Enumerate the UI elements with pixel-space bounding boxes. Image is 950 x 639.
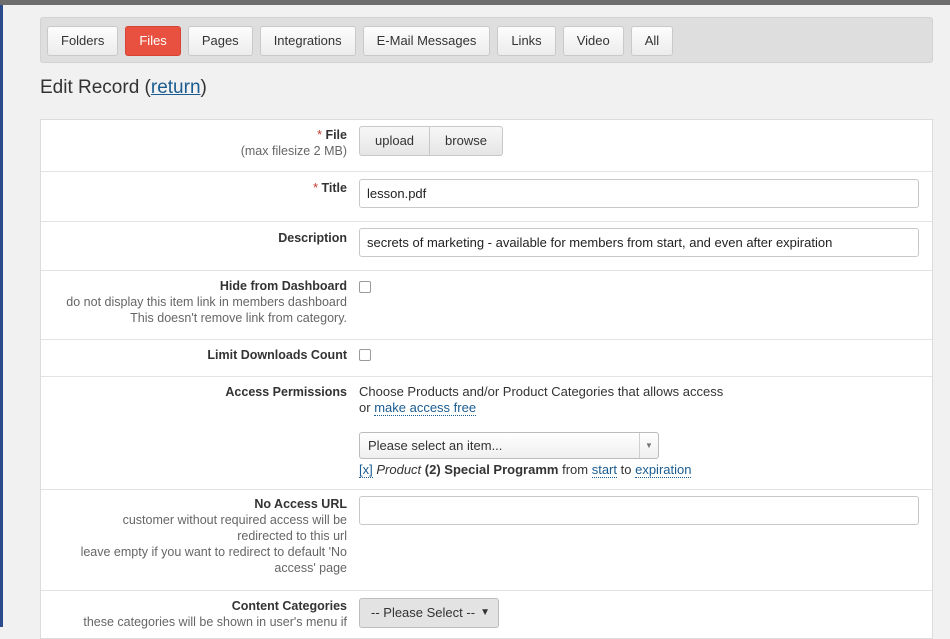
access-end-link[interactable]: expiration xyxy=(635,462,692,478)
or-text: or xyxy=(359,400,371,415)
no-access-url-label: No Access URL customer without required … xyxy=(41,496,347,576)
hide-dashboard-label-text: Hide from Dashboard xyxy=(219,279,347,293)
content-categories-label: Content Categories these categories will… xyxy=(41,598,347,630)
required-marker: * xyxy=(313,181,319,195)
access-item: [x] Product (2) Special Programm from st… xyxy=(359,462,899,478)
return-link[interactable]: return xyxy=(151,77,201,98)
page-title-text: Edit Record ( xyxy=(40,77,151,98)
left-edge-strip xyxy=(0,5,3,627)
edit-record-form: * File (max filesize 2 MB) upload browse… xyxy=(40,119,933,639)
tab-links[interactable]: Links xyxy=(497,26,556,56)
file-row: * File (max filesize 2 MB) upload browse xyxy=(41,120,932,172)
no-access-url-row: No Access URL customer without required … xyxy=(41,490,932,591)
description-row: Description xyxy=(41,222,932,271)
hide-dashboard-help-2: This doesn't remove link from category. xyxy=(130,311,347,325)
hide-dashboard-row: Hide from Dashboard do not display this … xyxy=(41,271,932,340)
content-categories-select-label: -- Please Select -- xyxy=(371,605,476,620)
access-permissions-row: Access Permissions Choose Products and/o… xyxy=(41,377,932,490)
description-label-text: Description xyxy=(278,231,347,245)
limit-downloads-label: Limit Downloads Count xyxy=(41,347,347,363)
remove-access-link[interactable]: [x] xyxy=(359,462,373,478)
access-item-select[interactable]: Please select an item... ▼ xyxy=(359,432,659,459)
limit-downloads-checkbox[interactable] xyxy=(359,349,371,361)
content-categories-row: Content Categories these categories will… xyxy=(41,591,932,638)
no-access-help-2: redirected to this url xyxy=(237,529,347,543)
description-label: Description xyxy=(41,230,347,246)
main-content: Folders Files Pages Integrations E-Mail … xyxy=(40,17,933,639)
tab-email-messages[interactable]: E-Mail Messages xyxy=(362,26,491,56)
tab-all[interactable]: All xyxy=(630,26,674,56)
make-access-free-link[interactable]: make access free xyxy=(374,400,477,416)
access-item-type: Product xyxy=(376,462,422,477)
title-label: * Title xyxy=(41,180,347,196)
no-access-help-4: access' page xyxy=(274,561,347,575)
required-marker: * xyxy=(317,128,322,142)
access-start-link[interactable]: start xyxy=(591,462,617,478)
access-item-name: (2) Special Programm xyxy=(424,462,559,477)
tab-integrations[interactable]: Integrations xyxy=(259,26,356,56)
file-buttons: upload browse xyxy=(359,126,503,156)
description-input[interactable] xyxy=(359,228,919,257)
browse-button[interactable]: browse xyxy=(430,126,503,156)
from-text: from xyxy=(562,462,589,477)
file-label: * File (max filesize 2 MB) xyxy=(41,127,347,159)
hide-dashboard-help-1: do not display this item link in members… xyxy=(66,295,347,309)
title-input[interactable] xyxy=(359,179,919,208)
tab-pages[interactable]: Pages xyxy=(187,26,253,56)
to-text: to xyxy=(620,462,632,477)
content-categories-select[interactable]: -- Please Select -- ▼ xyxy=(359,598,499,628)
no-access-url-input[interactable] xyxy=(359,496,919,525)
page-title-close: ) xyxy=(200,77,207,98)
access-select-placeholder: Please select an item... xyxy=(368,438,503,453)
hide-dashboard-label: Hide from Dashboard do not display this … xyxy=(41,278,347,326)
access-free-line: or make access free xyxy=(359,400,899,416)
file-help: (max filesize 2 MB) xyxy=(240,144,347,158)
tab-video[interactable]: Video xyxy=(562,26,624,56)
limit-downloads-label-text: Limit Downloads Count xyxy=(207,348,347,362)
tab-folders[interactable]: Folders xyxy=(47,26,119,56)
tab-files[interactable]: Files xyxy=(125,26,181,56)
content-categories-label-text: Content Categories xyxy=(231,599,347,613)
title-row: * Title xyxy=(41,172,932,222)
caret-down-icon: ▼ xyxy=(480,607,490,618)
page-title: Edit Record (return) xyxy=(40,77,207,99)
record-type-tabs: Folders Files Pages Integrations E-Mail … xyxy=(40,17,933,63)
upload-button[interactable]: upload xyxy=(359,126,431,156)
title-label-text: Title xyxy=(321,181,347,195)
hide-dashboard-checkbox[interactable] xyxy=(359,281,371,293)
top-bar xyxy=(0,0,950,5)
no-access-help-1: customer without required access will be xyxy=(122,513,347,527)
dropdown-arrow-icon: ▼ xyxy=(639,433,658,458)
no-access-url-label-text: No Access URL xyxy=(254,497,347,511)
access-permissions-label: Access Permissions xyxy=(41,384,347,400)
limit-downloads-row: Limit Downloads Count xyxy=(41,340,932,377)
access-instructions: Choose Products and/or Product Categorie… xyxy=(359,384,724,399)
file-label-text: File xyxy=(325,128,347,142)
access-permissions-label-text: Access Permissions xyxy=(225,385,347,399)
no-access-help-3: leave empty if you want to redirect to d… xyxy=(80,545,347,559)
access-permissions-field: Choose Products and/or Product Categorie… xyxy=(359,384,899,478)
